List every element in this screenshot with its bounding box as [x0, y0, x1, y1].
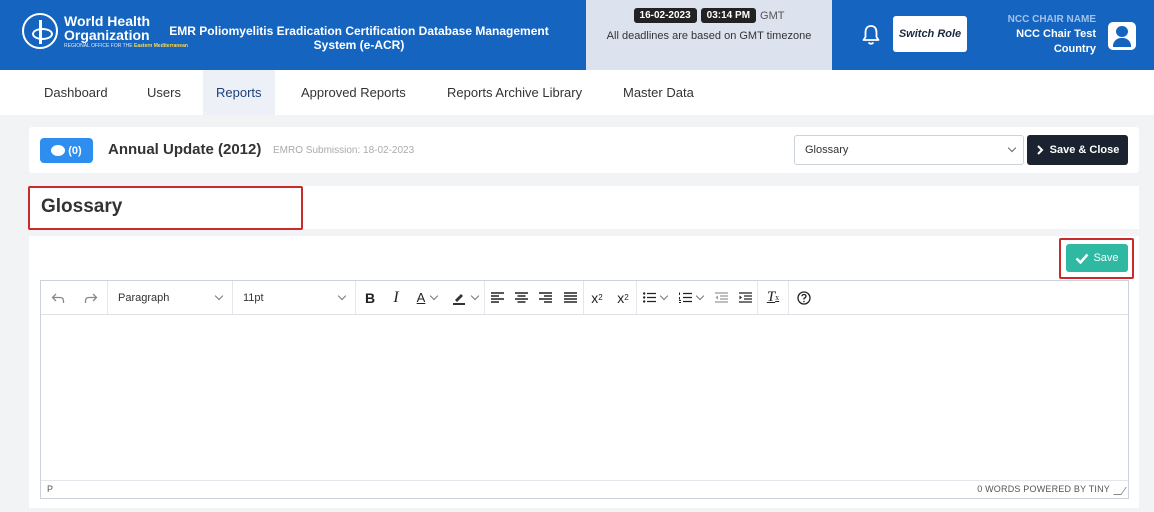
bold-icon[interactable]: B	[356, 281, 384, 315]
system-title: EMR Poliomyelitis Eradication Certificat…	[169, 24, 549, 52]
indent-icon[interactable]	[733, 281, 757, 315]
save-button[interactable]: Save	[1066, 244, 1128, 272]
bullet-list-icon[interactable]	[637, 281, 673, 315]
align-center-icon[interactable]	[509, 281, 533, 315]
section-select[interactable]: Glossary	[794, 135, 1024, 165]
report-header-card: (0) Annual Update (2012) EMRO Submission…	[29, 127, 1139, 173]
check-icon	[1076, 253, 1089, 264]
user-name: NCC Chair Test	[1016, 28, 1096, 40]
save-close-button[interactable]: Save & Close	[1027, 135, 1128, 165]
date-badge: 16-02-2023	[633, 8, 697, 23]
timezone-label: GMT	[760, 9, 785, 22]
subscript-icon[interactable]: x2	[610, 281, 636, 315]
nav-master-data[interactable]: Master Data	[610, 70, 707, 115]
nav-reports[interactable]: Reports	[203, 70, 275, 115]
comment-count: (0)	[68, 144, 82, 157]
editor-toolbar: Paragraph 11pt B I A x2 x2 T x	[41, 280, 1128, 315]
editor-content-area[interactable]	[41, 315, 1128, 481]
help-icon[interactable]	[789, 281, 819, 315]
save-close-label: Save & Close	[1049, 144, 1120, 156]
superscript-icon[interactable]: x2	[584, 281, 610, 315]
chevron-down-icon	[1007, 143, 1017, 153]
nav-approved-reports[interactable]: Approved Reports	[288, 70, 419, 115]
italic-icon[interactable]: I	[384, 281, 408, 315]
redo-icon[interactable]	[75, 281, 107, 315]
deadline-note: All deadlines are based on GMT timezone	[606, 30, 812, 42]
user-country: Country	[1053, 43, 1096, 55]
time-badge: 03:14 PM	[700, 8, 757, 23]
main-nav: Dashboard Users Reports Approved Reports…	[0, 70, 1154, 115]
element-path[interactable]: P	[47, 484, 53, 494]
block-format-dropdown[interactable]: Paragraph	[108, 281, 232, 315]
who-emblem-icon	[22, 13, 58, 49]
nav-users[interactable]: Users	[134, 70, 194, 115]
report-title: Annual Update (2012)	[108, 141, 262, 158]
resize-handle-icon[interactable]	[1113, 487, 1127, 495]
outdent-icon[interactable]	[709, 281, 733, 315]
highlight-color-icon[interactable]	[446, 281, 484, 315]
submission-date: EMRO Submission: 18-02-2023	[273, 145, 415, 156]
user-avatar-icon[interactable]	[1108, 22, 1136, 50]
rich-text-editor: Paragraph 11pt B I A x2 x2 T x P 0 WORDS…	[40, 280, 1129, 499]
comments-button[interactable]: (0)	[40, 138, 93, 163]
clear-formatting-icon[interactable]: Tx	[758, 281, 788, 315]
align-justify-icon[interactable]	[557, 281, 583, 315]
numbered-list-icon[interactable]	[673, 281, 709, 315]
text-color-icon[interactable]: A	[408, 281, 446, 315]
bell-icon[interactable]	[862, 24, 880, 46]
section-title: Glossary	[41, 196, 123, 217]
save-label: Save	[1093, 252, 1119, 264]
nav-dashboard[interactable]: Dashboard	[31, 70, 121, 115]
chat-icon	[51, 145, 66, 156]
undo-icon[interactable]	[41, 281, 75, 315]
chevron-down-icon	[214, 291, 224, 301]
word-count-branding: 0 WORDS POWERED BY TINY	[977, 484, 1110, 494]
user-role: NCC CHAIR NAME	[1007, 14, 1096, 25]
align-left-icon[interactable]	[485, 281, 509, 315]
block-format-value: Paragraph	[118, 291, 170, 304]
align-right-icon[interactable]	[533, 281, 557, 315]
user-info[interactable]: NCC CHAIR NAME NCC Chair Test Country	[1008, 12, 1096, 57]
deadline-info: 16-02-2023 03:14 PM GMT All deadlines ar…	[586, 0, 832, 70]
section-select-value: Glossary	[805, 144, 849, 156]
section-heading-card: Glossary	[29, 186, 1139, 229]
chevron-right-icon	[1036, 145, 1044, 155]
nav-reports-archive-library[interactable]: Reports Archive Library	[434, 70, 595, 115]
switch-role-button[interactable]: Switch Role	[893, 16, 967, 52]
font-size-value: 11pt	[243, 291, 264, 304]
chevron-down-icon	[337, 291, 347, 301]
editor-statusbar: P 0 WORDS POWERED BY TINY	[41, 480, 1128, 498]
font-size-dropdown[interactable]: 11pt	[233, 281, 355, 315]
top-header: World Health Organization REGIONAL OFFIC…	[0, 0, 1154, 70]
